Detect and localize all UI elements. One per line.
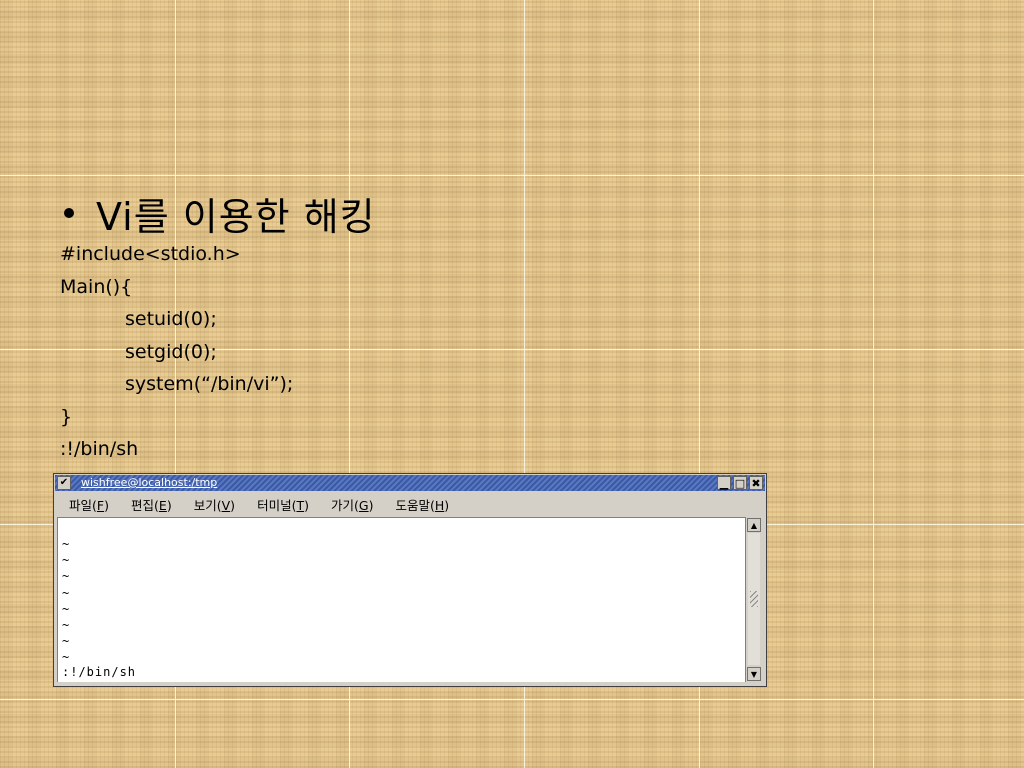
menu-item-f[interactable]: 파일(F)	[69, 495, 109, 514]
vi-tilde-line: ~	[62, 617, 70, 632]
menu-item-t[interactable]: 터미널(T)	[257, 495, 309, 514]
code-block: #include<stdio.h> Main(){ setuid(0); setgid…	[60, 238, 376, 466]
menu-item-label: 터미널	[257, 497, 292, 513]
tile-seam	[0, 175, 1024, 176]
scroll-grip-icon	[750, 591, 758, 607]
vi-tilde-line: ~	[62, 601, 70, 616]
menu-item-accelerator: H	[434, 497, 445, 513]
code-line: Main(){	[60, 275, 133, 298]
terminal-text-area[interactable]: ~ ~ ~ ~ ~ ~ ~ ~ :!/bin/sh	[57, 517, 745, 682]
bullet-heading: Vi를 이용한 해킹	[96, 194, 376, 239]
window-title: wishfree@localhost:/tmp	[81, 476, 218, 489]
terminal-window: ✔ wishfree@localhost:/tmp ▁ □ ✖ 파일(F) 편집(…	[53, 473, 767, 687]
window-menu-chevron-icon[interactable]: ✔	[57, 476, 71, 490]
code-line: :!/bin/sh	[60, 438, 139, 460]
scroll-down-arrow-icon[interactable]: ▼	[747, 667, 761, 681]
vi-tilde-line: ~	[62, 553, 70, 568]
menu-item-label: 파일	[69, 497, 93, 513]
terminal-titlebar[interactable]: ✔ wishfree@localhost:/tmp ▁ □ ✖	[55, 475, 765, 491]
vi-tilde-line: ~	[62, 569, 70, 584]
menu-item-h[interactable]: 도움말(H)	[395, 495, 449, 514]
code-line: system(“/bin/vi”);	[125, 373, 294, 395]
minimize-icon[interactable]: ▁	[717, 476, 731, 490]
bullet-item: Vi를 이용한 해킹	[60, 188, 376, 239]
terminal-menubar: 파일(F) 편집(E) 보기(V) 터미널(T) 가기(G) 도움말(H)	[55, 492, 765, 516]
tile-seam	[873, 0, 874, 768]
vertical-scrollbar[interactable]: ▲ ▼	[745, 517, 762, 682]
vi-tilde-line: ~	[62, 634, 70, 649]
menu-item-v[interactable]: 보기(V)	[194, 495, 235, 514]
close-icon[interactable]: ✖	[749, 476, 763, 490]
code-line: #include<stdio.h>	[60, 243, 241, 265]
scroll-thumb[interactable]	[748, 533, 760, 665]
menu-item-accelerator: V	[221, 497, 231, 513]
menu-item-accelerator: T	[296, 497, 305, 513]
menu-item-label: 가기	[331, 497, 355, 513]
menu-item-e[interactable]: 편집(E)	[131, 495, 172, 514]
menu-item-label: 도움말	[395, 497, 430, 513]
window-controls: ▁ □ ✖	[717, 476, 763, 490]
bullet-dot-icon	[64, 208, 74, 218]
menu-item-g[interactable]: 가기(G)	[331, 495, 373, 514]
maximize-icon[interactable]: □	[733, 476, 747, 490]
menu-item-accelerator: G	[358, 497, 369, 513]
menu-item-accelerator: F	[96, 497, 105, 513]
vi-tilde-line: ~	[62, 537, 70, 551]
vi-command-line: :!/bin/sh	[62, 665, 137, 679]
menu-item-label: 편집	[131, 497, 155, 513]
tile-seam	[0, 699, 1024, 700]
slide-content: Vi를 이용한 해킹 #include<stdio.h> Main(){ setui…	[60, 188, 376, 466]
vi-tilde-line: ~	[62, 585, 70, 600]
code-line: setgid(0);	[125, 340, 217, 363]
vi-empty-lines: ~ ~ ~ ~ ~ ~ ~ ~	[62, 536, 69, 666]
scroll-up-arrow-icon[interactable]: ▲	[747, 518, 761, 532]
menu-item-accelerator: E	[158, 497, 167, 513]
code-line: }	[60, 405, 73, 428]
menu-item-label: 보기	[193, 497, 217, 513]
code-line: setuid(0);	[125, 308, 217, 330]
